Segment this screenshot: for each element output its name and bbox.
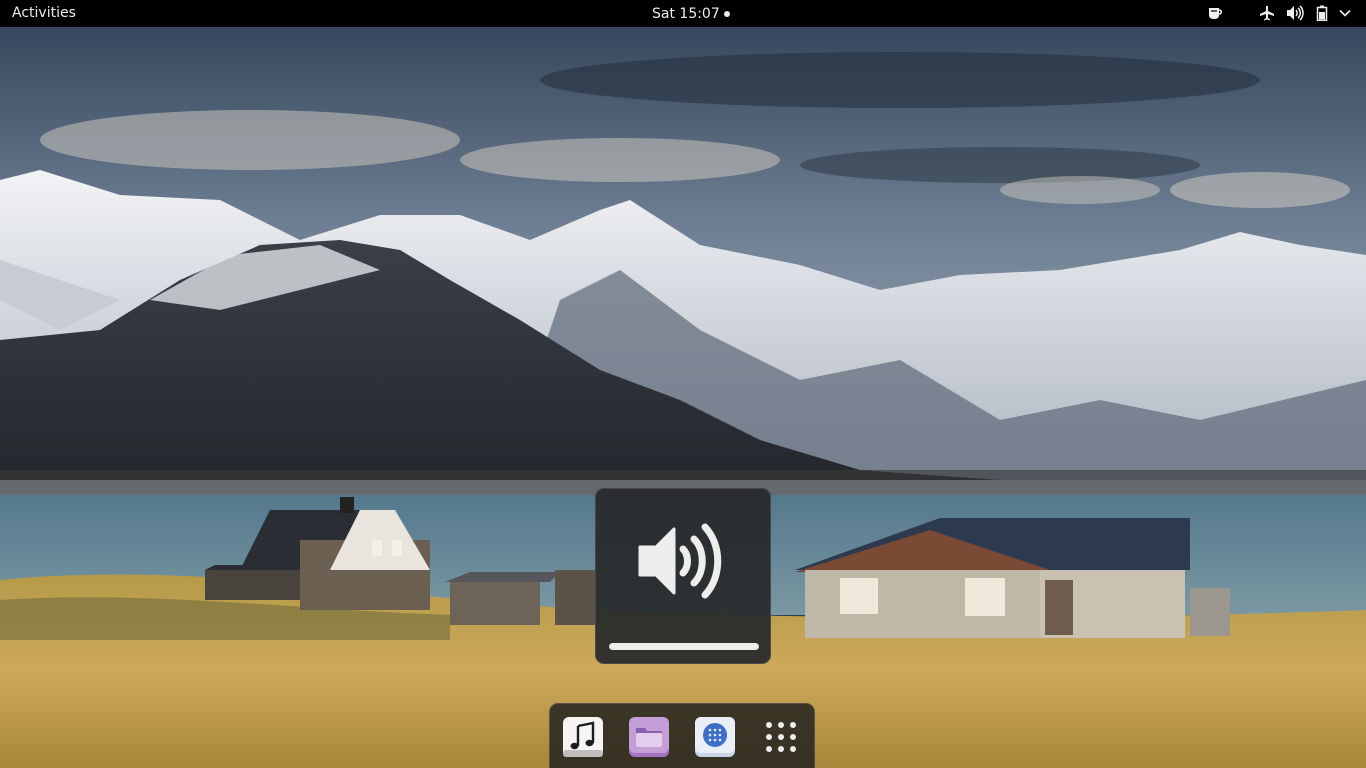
desktop: Activities Sat 15:07 — [0, 0, 1366, 768]
show-apps-button[interactable] — [760, 716, 802, 758]
notification-dot-icon — [723, 10, 730, 17]
grid-dots-icon — [766, 722, 796, 752]
dash-item-music[interactable] — [562, 716, 604, 758]
volume-level-bar — [609, 643, 759, 650]
dash-item-files[interactable] — [628, 716, 670, 758]
music-note-icon — [563, 717, 603, 757]
coffee-cup-icon[interactable] — [1206, 4, 1224, 22]
airplane-mode-icon[interactable] — [1258, 4, 1276, 22]
audio-volume-high-icon — [636, 519, 732, 607]
volume-icon[interactable] — [1285, 4, 1305, 22]
dash — [549, 703, 815, 768]
volume-osd — [595, 488, 771, 664]
clock-label: Sat 15:07 — [652, 5, 720, 22]
battery-icon[interactable] — [1314, 4, 1330, 22]
dash-item-web[interactable] — [694, 716, 736, 758]
chevron-down-icon[interactable] — [1337, 4, 1353, 22]
web-grid-icon — [695, 717, 735, 757]
top-bar: Activities Sat 15:07 — [0, 0, 1366, 27]
activities-button[interactable]: Activities — [0, 0, 88, 27]
volume-level-fill — [609, 643, 759, 650]
folder-icon — [629, 717, 669, 757]
clock-button[interactable]: Sat 15:07 — [652, 0, 730, 27]
